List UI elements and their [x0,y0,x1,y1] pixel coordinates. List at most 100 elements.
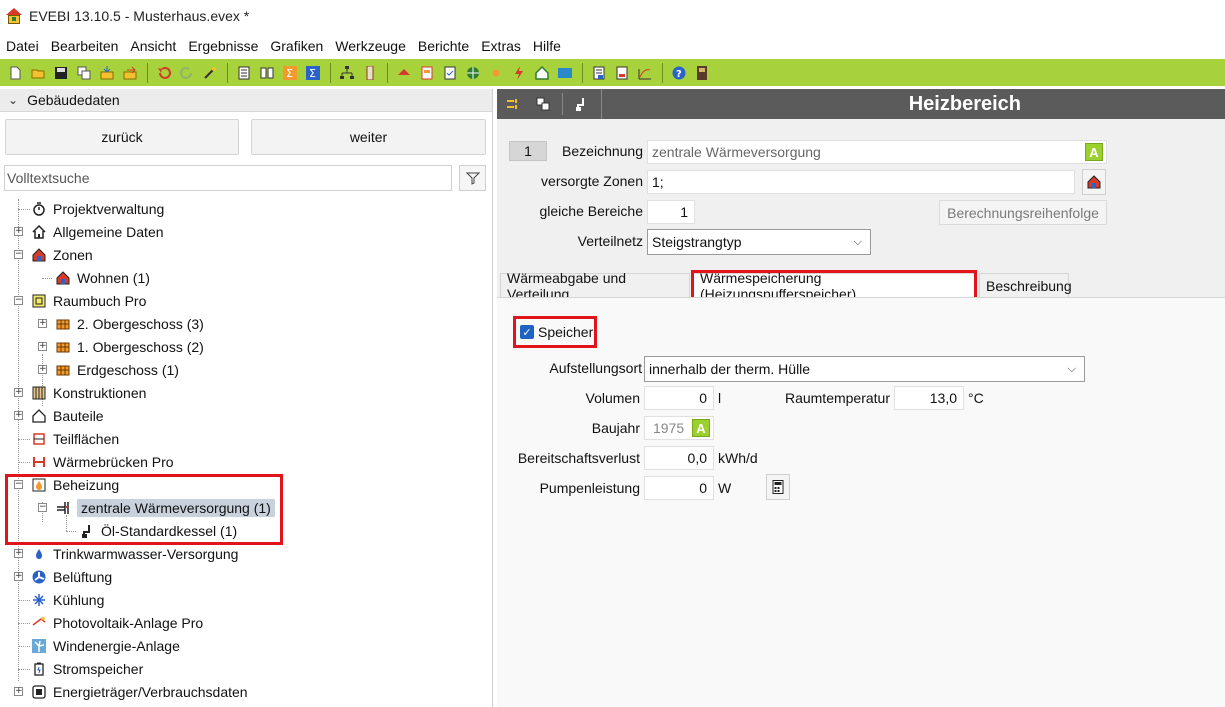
menu-grafiken[interactable]: Grafiken [264,38,329,54]
zonen-field[interactable]: 1; [647,170,1075,194]
collapse-toggle[interactable]: − [14,250,23,259]
menu-werkzeuge[interactable]: Werkzeuge [329,38,412,54]
zone-select-button[interactable] [1082,169,1106,195]
checklist-icon[interactable] [588,62,610,84]
tree-item-kuehlung[interactable]: Kühlung [0,589,104,611]
chevron-down-icon[interactable]: ⌄ [8,93,18,107]
expand-toggle[interactable]: + [38,342,47,351]
raumtemperatur-field[interactable]: 13,0 [894,386,964,410]
stopwatch-icon [30,201,47,217]
help-icon[interactable]: ? [668,62,690,84]
expand-toggle[interactable]: + [14,549,23,558]
menu-bearbeiten[interactable]: Bearbeiten [45,38,125,54]
bereitschaftsverlust-unit: kWh/d [718,450,758,466]
collapse-toggle[interactable]: − [14,296,23,305]
tree-item-konstruktionen[interactable]: + Konstruktionen [0,382,146,404]
search-input[interactable]: Volltextsuche [4,165,452,191]
hierarchy-icon[interactable] [336,62,358,84]
tree-item-raumbuch[interactable]: − Raumbuch Pro [0,290,146,312]
auto-value-badge[interactable]: A [692,419,710,437]
tab-beschreibung[interactable]: Beschreibung [979,273,1072,297]
building-icon[interactable] [393,62,415,84]
filter-button[interactable] [459,165,486,191]
tree-item-projektverwaltung[interactable]: Projektverwaltung [0,198,164,220]
menu-datei[interactable]: Datei [0,38,45,54]
bezeichnung-field[interactable]: zentrale Wärmeversorgung [647,140,1107,164]
globe-icon[interactable] [462,62,484,84]
bereitschaftsverlust-field[interactable]: 0,0 [644,446,714,470]
verteilnetz-select[interactable]: Steigstrangtyp ⌵ [647,229,871,255]
menu-extras[interactable]: Extras [475,38,527,54]
tree-label: Belüftung [53,569,113,585]
tree-item-teilflaechen[interactable]: Teilflächen [0,428,119,450]
book-icon[interactable] [691,62,713,84]
tree-item-zonen[interactable]: − Zonen [0,244,93,266]
aufstellungsort-value: innerhalb der therm. Hülle [649,361,811,377]
expand-toggle[interactable]: + [14,227,23,236]
tree-item-wohnen[interactable]: Wohnen (1) [0,267,150,289]
expand-toggle[interactable]: + [38,365,47,374]
open-folder-icon[interactable] [27,62,49,84]
tree-item-windenergie[interactable]: Windenergie-Anlage [0,635,180,657]
expand-toggle[interactable]: + [38,319,47,328]
gleiche-bereiche-field[interactable]: 1 [647,200,695,224]
tree-item-photovoltaik[interactable]: Photovoltaik-Anlage Pro [0,612,203,634]
pumpenleistung-field[interactable]: 0 [644,476,714,500]
save-icon[interactable] [50,62,72,84]
menu-ansicht[interactable]: Ansicht [124,38,182,54]
tab-waermeabgabe[interactable]: Wärmeabgabe und Verteilung [500,270,690,302]
auto-value-badge[interactable]: A [1085,143,1103,161]
certificate-icon[interactable] [416,62,438,84]
berechnungsreihenfolge-button[interactable]: Berechnungsreihenfolge [939,200,1107,225]
tree-item-og1[interactable]: + 1. Obergeschoss (2) [0,336,204,358]
expand-toggle[interactable]: + [14,572,23,581]
lightning-icon[interactable] [508,62,530,84]
edit-structure-icon[interactable] [503,93,523,115]
report-icon[interactable] [233,62,255,84]
tree-item-waermebruecken[interactable]: Wärmebrücken Pro [0,451,174,473]
green-house-icon[interactable] [531,62,553,84]
tab-content: ✓ Speicher Aufstellungsort innerhalb der… [497,297,1225,707]
document-check-icon[interactable] [439,62,461,84]
next-button[interactable]: weiter [251,119,486,155]
tree-item-energietraeger[interactable]: + Energieträger/Verbrauchsdaten [0,681,248,703]
wizard-icon[interactable] [199,62,221,84]
tree-item-stromspeicher[interactable]: Stromspeicher [0,658,143,680]
redo-icon[interactable] [176,62,198,84]
ruler-icon[interactable] [359,62,381,84]
energy-curve-icon[interactable] [634,62,656,84]
export-icon[interactable] [119,62,141,84]
tree-item-allgemeine-daten[interactable]: + Allgemeine Daten [0,221,164,243]
menu-hilfe[interactable]: Hilfe [527,38,567,54]
sum-icon[interactable]: Σ [279,62,301,84]
chevron-down-icon: ⌵ [1067,362,1076,375]
add-boiler-icon[interactable] [571,93,591,115]
expand-toggle[interactable]: + [14,687,23,696]
import-icon[interactable] [96,62,118,84]
volumen-unit: l [718,390,722,406]
tree-item-trinkwarmwasser[interactable]: + Trinkwarmwasser-Versorgung [0,543,238,565]
tree-item-belueftung[interactable]: + Belüftung [0,566,112,588]
template-icon[interactable] [611,62,633,84]
aufstellungsort-select[interactable]: innerhalb der therm. Hülle ⌵ [644,356,1085,382]
undo-icon[interactable] [153,62,175,84]
sun-icon[interactable] [485,62,507,84]
menu-berichte[interactable]: Berichte [412,38,475,54]
back-button[interactable]: zurück [5,119,239,155]
kfw-icon[interactable] [554,62,576,84]
expand-toggle[interactable]: + [14,411,23,420]
bereitschaftsverlust-label: Bereitschaftsverlust [517,450,640,466]
calculator-button[interactable] [766,474,790,500]
compare-icon[interactable] [256,62,278,84]
menu-ergebnisse[interactable]: Ergebnisse [182,38,264,54]
volumen-field[interactable]: 0 [644,386,714,410]
expand-toggle[interactable]: + [14,388,23,397]
tree-item-bauteile[interactable]: + Bauteile [0,405,104,427]
detail-toolbar: Heizbereich [497,89,1225,119]
duplicate-icon[interactable] [533,93,553,115]
new-file-icon[interactable] [4,62,26,84]
copy-icon[interactable] [73,62,95,84]
tree-item-og2[interactable]: + 2. Obergeschoss (3) [0,313,204,335]
tree-item-eg[interactable]: + Erdgeschoss (1) [0,359,179,381]
sum-blue-icon[interactable]: Σ [302,62,324,84]
